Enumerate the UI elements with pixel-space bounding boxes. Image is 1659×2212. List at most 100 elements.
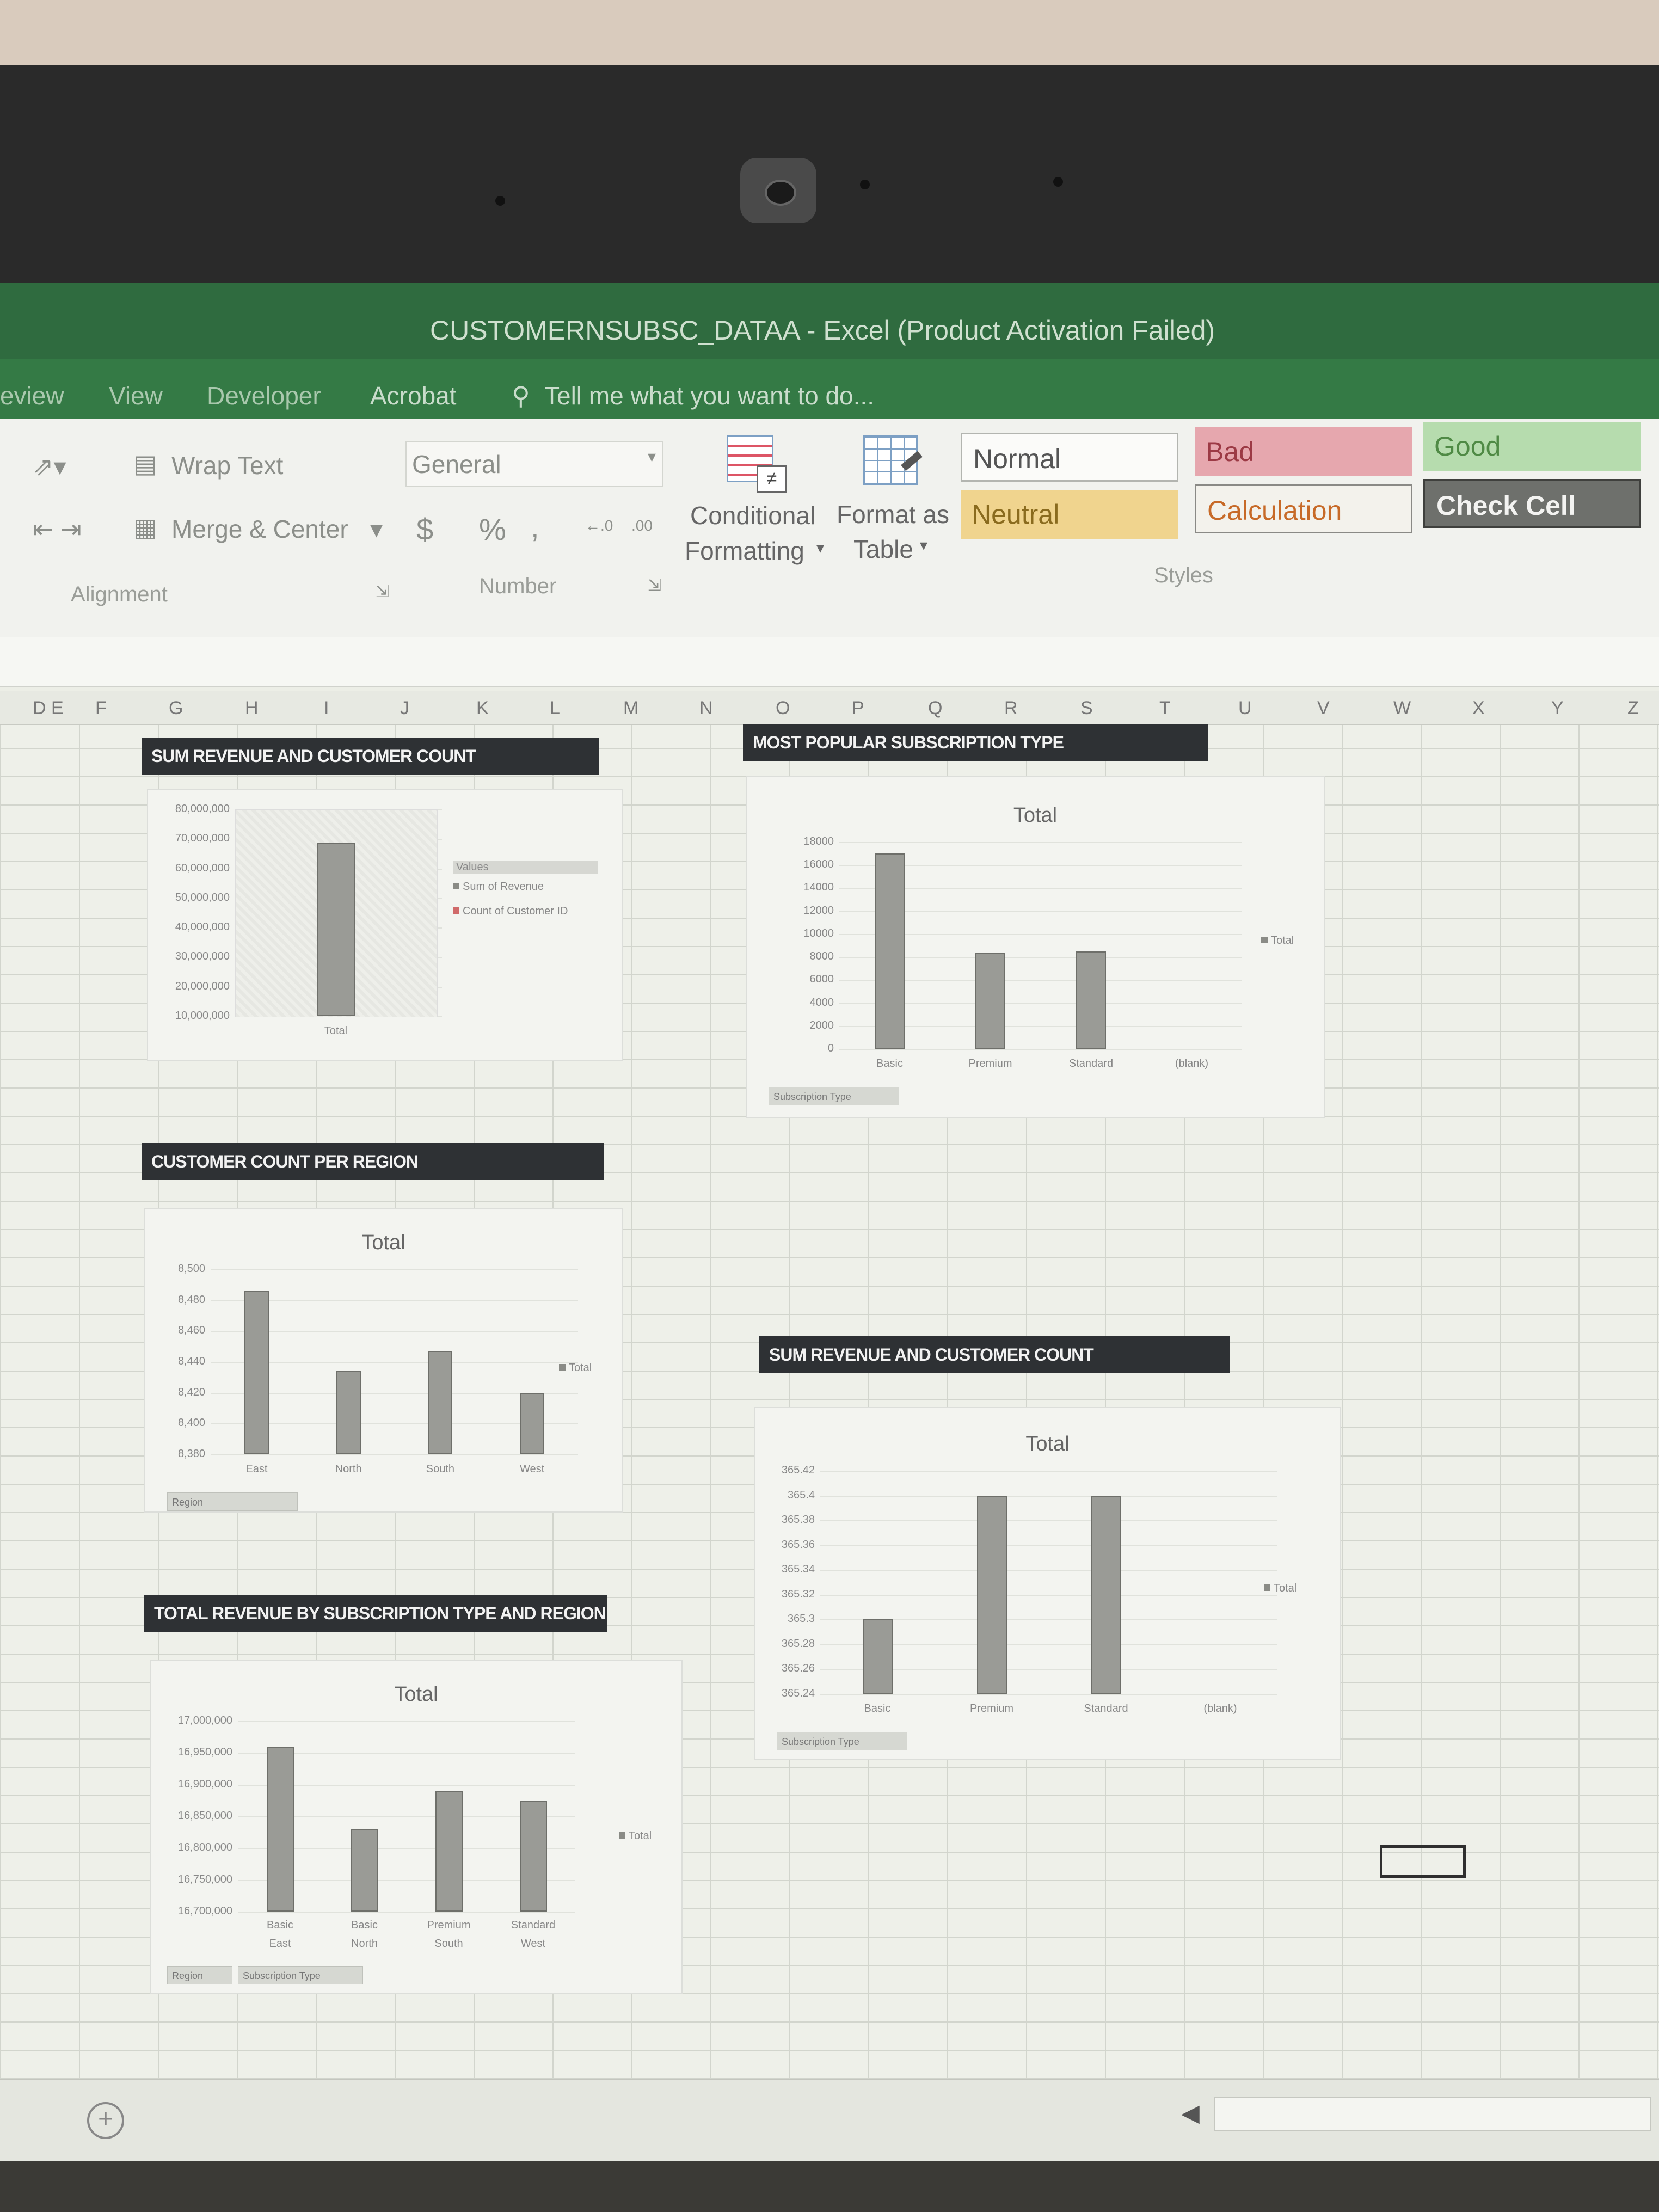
column-header[interactable]: Z — [1627, 698, 1639, 719]
column-header[interactable]: J — [400, 698, 409, 719]
percent-button[interactable]: % — [479, 512, 506, 547]
style-good[interactable]: Good — [1423, 422, 1641, 471]
column-header[interactable]: D E — [33, 698, 64, 719]
column-header[interactable]: V — [1317, 698, 1330, 719]
wrap-text-icon[interactable]: ▤ — [133, 449, 157, 478]
decimal-decrease-icon[interactable]: .00 — [631, 517, 653, 534]
indent-icons[interactable]: ⇤ ⇥ — [33, 514, 82, 544]
column-header[interactable]: T — [1159, 698, 1171, 719]
filter-button[interactable]: Subscription Type — [769, 1087, 899, 1105]
tell-me-box[interactable]: Tell me what you want to do... — [544, 381, 874, 410]
bar — [336, 1371, 361, 1454]
column-header[interactable]: U — [1238, 698, 1252, 719]
menu-view[interactable]: View — [109, 381, 163, 410]
filter-button[interactable]: Subscription Type — [238, 1966, 363, 1984]
column-header[interactable]: W — [1393, 698, 1411, 719]
column-header[interactable]: F — [95, 698, 107, 719]
x-axis-tick: East — [245, 1463, 268, 1475]
chevron-down-icon[interactable]: ▾ — [816, 539, 824, 557]
add-sheet-icon[interactable]: + — [87, 2102, 124, 2139]
scroll-left-icon[interactable]: ◀ — [1181, 2099, 1200, 2127]
column-header[interactable]: M — [623, 698, 638, 719]
y-axis-tick: 2000 — [809, 1019, 834, 1031]
pivot-chart[interactable]: Total 18000 16000 14000 12000 10000 8000 6000 40… — [746, 776, 1325, 1118]
filter-button[interactable]: Subscription Type — [777, 1732, 907, 1750]
filter-button[interactable]: Region — [167, 1966, 232, 1984]
format-as-table-icon[interactable] — [863, 435, 928, 490]
column-header[interactable]: O — [776, 698, 790, 719]
y-axis-tick: 70,000,000 — [175, 832, 230, 845]
menu-review[interactable]: eview — [0, 381, 64, 410]
y-axis-tick: 10,000,000 — [175, 1010, 230, 1022]
y-axis-tick: 8,460 — [177, 1324, 205, 1337]
y-axis-tick: 365.4 — [787, 1489, 815, 1501]
y-axis-tick: 365.26 — [781, 1662, 815, 1675]
number-dialog-launcher-icon[interactable]: ⇲ — [648, 576, 661, 595]
chart-title: Total — [1013, 804, 1058, 827]
y-axis-tick: 16,950,000 — [177, 1746, 232, 1759]
bar — [435, 1791, 463, 1912]
column-header[interactable]: X — [1472, 698, 1485, 719]
column-header[interactable]: Y — [1551, 698, 1564, 719]
bar — [428, 1351, 453, 1454]
dashboard-banner: SUM REVENUE AND CUSTOMER COUNT — [759, 1336, 1230, 1373]
column-header[interactable]: L — [550, 698, 560, 719]
style-calculation[interactable]: Calculation — [1195, 484, 1412, 533]
conditional-formatting-icon[interactable]: ≠ — [727, 435, 787, 493]
selected-cell[interactable] — [1380, 1845, 1466, 1878]
merge-center-icon[interactable]: ▦ — [133, 513, 157, 542]
style-bad[interactable]: Bad — [1195, 427, 1412, 476]
filter-button[interactable]: Region — [167, 1492, 298, 1511]
comma-button[interactable]: , — [531, 509, 539, 544]
pivot-chart[interactable]: Total 17,000,000 16,950,000 16,900,000 16,85… — [150, 1660, 683, 1994]
column-header[interactable]: G — [169, 698, 183, 719]
bar — [875, 853, 905, 1049]
formula-bar[interactable] — [0, 637, 1659, 687]
tell-me-icon[interactable]: ⚲ — [512, 381, 530, 410]
pivot-chart[interactable]: Total 365.42 365.4 365.38 365.36 365.34 365.32… — [754, 1407, 1341, 1760]
style-neutral[interactable]: Neutral — [961, 490, 1178, 539]
conditional-formatting-line1[interactable]: Conditional — [690, 501, 815, 530]
merge-center-button[interactable]: Merge & Center — [171, 514, 348, 544]
column-header[interactable]: R — [1004, 698, 1018, 719]
bar — [519, 1800, 547, 1912]
orientation-icon[interactable]: ⇗▾ — [33, 452, 66, 481]
decimal-increase-icon[interactable]: ←.0 — [585, 517, 613, 534]
wrap-text-button[interactable]: Wrap Text — [171, 451, 283, 480]
pivot-chart[interactable]: Total 8,500 8,480 8,460 8,440 8,420 8,400 8,380… — [144, 1208, 623, 1513]
column-headers: D E F G H I J K L M N O P Q R S T U V W … — [0, 691, 1659, 725]
column-header[interactable]: H — [245, 698, 259, 719]
column-header[interactable]: Q — [928, 698, 942, 719]
column-header[interactable]: N — [699, 698, 713, 719]
column-header[interactable]: S — [1080, 698, 1093, 719]
merge-dropdown-icon[interactable]: ▾ — [370, 514, 383, 544]
y-axis-tick: 12000 — [803, 904, 834, 917]
x-axis-tick: Basic — [351, 1919, 378, 1931]
column-header[interactable]: P — [852, 698, 864, 719]
y-axis-tick: 365.36 — [781, 1538, 815, 1551]
column-header[interactable]: K — [476, 698, 489, 719]
x-axis-tick: Basic — [876, 1058, 903, 1070]
legend-label: Total — [569, 1362, 592, 1374]
style-check-cell[interactable]: Check Cell — [1423, 479, 1641, 528]
alignment-dialog-launcher-icon[interactable]: ⇲ — [376, 582, 389, 601]
gridline — [211, 1269, 578, 1270]
menu-developer[interactable]: Developer — [207, 381, 321, 410]
style-normal[interactable]: Normal — [961, 433, 1178, 482]
column-header[interactable]: I — [324, 698, 329, 719]
sheet-tab-bar: + ◀ — [0, 2079, 1659, 2161]
format-as-table-line2[interactable]: Table — [853, 534, 913, 564]
pivot-chart[interactable]: 80,000,000 70,000,000 60,000,000 50,000,000… — [147, 789, 623, 1061]
conditional-formatting-line2[interactable]: Formatting — [685, 536, 804, 566]
gridline — [820, 1594, 1277, 1596]
number-format-select[interactable]: General ▾ — [405, 441, 663, 487]
gridline — [211, 1454, 578, 1455]
y-axis-tick: 18000 — [803, 835, 834, 847]
horizontal-scrollbar[interactable] — [1214, 2097, 1651, 2131]
menu-acrobat[interactable]: Acrobat — [370, 381, 457, 410]
chevron-down-icon[interactable]: ▾ — [920, 536, 927, 554]
gridline — [820, 1495, 1277, 1497]
x-axis-tick: South — [426, 1463, 454, 1475]
format-as-table-line1[interactable]: Format as — [837, 500, 949, 529]
currency-button[interactable]: $ — [416, 512, 433, 547]
